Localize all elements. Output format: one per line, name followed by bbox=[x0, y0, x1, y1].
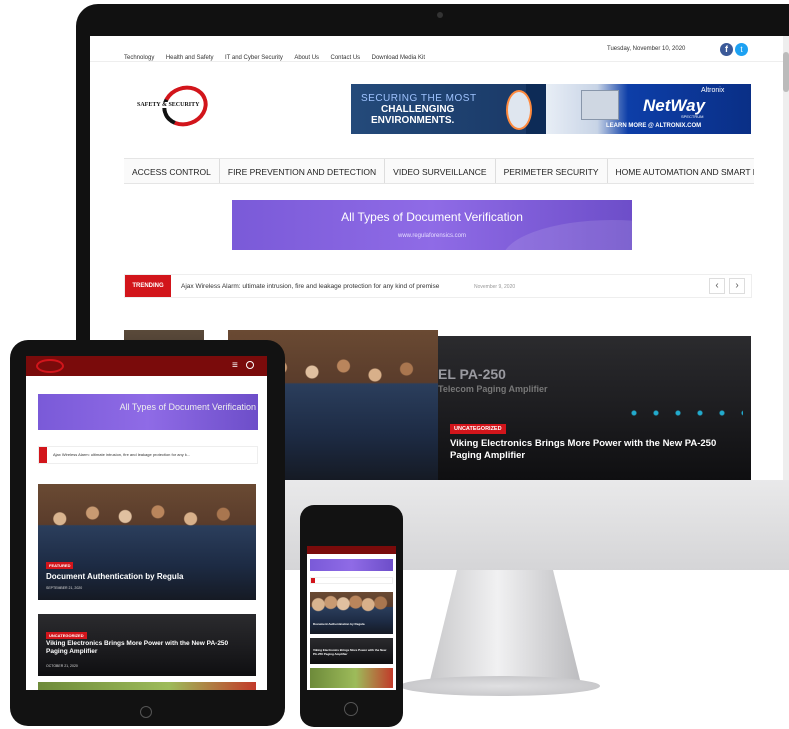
top-links: Technology Health and Safety IT and Cybe… bbox=[124, 46, 432, 64]
nav-access-control[interactable]: ACCESS CONTROL bbox=[124, 159, 220, 183]
monitor-base bbox=[400, 676, 600, 696]
top-date: Tuesday, November 10, 2020 bbox=[607, 46, 686, 52]
trending-prev-button[interactable]: ‹ bbox=[709, 278, 725, 294]
nav-home-automation[interactable]: HOME AUTOMATION AND SMART BUILDING bbox=[608, 159, 755, 183]
responsive-mockup: Technology Health and Safety IT and Cybe… bbox=[0, 0, 789, 729]
main-nav: ACCESS CONTROL FIRE PREVENTION AND DETECT… bbox=[124, 158, 754, 184]
nav-perimeter-security[interactable]: PERIMETER SECURITY bbox=[496, 159, 608, 183]
phone-header bbox=[307, 546, 396, 554]
tablet-post1-title[interactable]: Document Authentication by Regula bbox=[46, 572, 184, 581]
top-link-it[interactable]: IT and Cyber Security bbox=[225, 55, 283, 61]
nav-video-surveillance[interactable]: VIDEO SURVEILLANCE bbox=[385, 159, 496, 183]
tablet-header: ≡ bbox=[26, 356, 267, 376]
amp-leds bbox=[623, 410, 743, 416]
hero-amplifier-card[interactable]: EL PA-250 Telecom Paging Amplifier UNCAT… bbox=[438, 336, 751, 480]
twitter-icon[interactable]: t bbox=[735, 43, 748, 56]
top-link-health[interactable]: Health and Safety bbox=[166, 55, 214, 61]
phone-screen: Document Authentication by Regula Viking… bbox=[307, 546, 396, 690]
phone-post1-title[interactable]: Document Authentication by Regula bbox=[313, 622, 391, 626]
banner-product-box bbox=[581, 90, 619, 120]
phone-trending-tag bbox=[311, 578, 315, 583]
top-link-about[interactable]: About Us bbox=[294, 55, 319, 61]
monitor-camera bbox=[437, 12, 443, 18]
facebook-icon[interactable]: f bbox=[720, 43, 733, 56]
tablet-ad[interactable]: All Types of Document Verification bbox=[38, 394, 258, 430]
regula-ad[interactable]: All Types of Document Verification www.r… bbox=[232, 200, 632, 250]
banner-product: NetWay bbox=[643, 96, 706, 115]
tablet-ad-title: All Types of Document Verification bbox=[119, 402, 256, 412]
tablet-search-icon[interactable] bbox=[246, 361, 254, 369]
trending-label: TRENDING bbox=[125, 275, 171, 297]
tablet-screen: ≡ All Types of Document Verification Aja… bbox=[26, 356, 267, 690]
trending-next-button[interactable]: › bbox=[729, 278, 745, 294]
banner-brand: Altronix bbox=[701, 87, 725, 94]
tablet-post2-title[interactable]: Viking Electronics Brings More Power wit… bbox=[46, 640, 236, 656]
tablet-trending-tag bbox=[39, 447, 47, 463]
scrollbar[interactable] bbox=[783, 36, 789, 480]
trending-bar: TRENDING Ajax Wireless Alarm: ultimate i… bbox=[124, 274, 752, 298]
hero-title[interactable]: Viking Electronics Brings More Power wit… bbox=[450, 438, 750, 462]
tablet-post1-image[interactable]: FEATURED Document Authentication by Regu… bbox=[38, 484, 256, 600]
hero-overlay-line2: Telecom Paging Amplifier bbox=[438, 384, 548, 394]
altronix-banner[interactable]: SECURING THE MOST CHALLENGING ENVIRONMEN… bbox=[351, 84, 751, 134]
tablet-trending: Ajax Wireless Alarm: ultimate intrusion,… bbox=[38, 446, 258, 464]
phone-post3-image[interactable] bbox=[310, 668, 393, 688]
tablet-post1-tag[interactable]: FEATURED bbox=[46, 562, 74, 569]
phone-ad[interactable] bbox=[310, 559, 393, 571]
top-bar: Technology Health and Safety IT and Cybe… bbox=[90, 36, 789, 62]
logo-text: SAFETY & SECURITY bbox=[136, 102, 201, 108]
hero-overlay-line1: EL PA-250 bbox=[438, 366, 506, 382]
tablet-post2-date: OCTOBER 21, 2020 bbox=[46, 664, 78, 668]
top-link-contact[interactable]: Contact Us bbox=[330, 55, 360, 61]
tablet-post1-date: SEPTEMBER 21, 2020 bbox=[46, 586, 83, 590]
tablet-menu-icon[interactable]: ≡ bbox=[232, 360, 238, 371]
ad-title: All Types of Document Verification bbox=[341, 210, 523, 224]
tablet-logo[interactable] bbox=[36, 359, 64, 373]
trending-date: November 9, 2020 bbox=[474, 284, 516, 290]
banner-line3: ENVIRONMENTS. bbox=[371, 115, 455, 126]
tablet-post2-tag[interactable]: UNCATEGORIZED bbox=[46, 632, 87, 639]
tablet-post3-image[interactable] bbox=[38, 682, 256, 690]
tablet-post2-image[interactable]: UNCATEGORIZED Viking Electronics Brings … bbox=[38, 614, 256, 676]
ad-url: www.regulaforensics.com bbox=[397, 233, 467, 239]
phone-trending bbox=[310, 577, 393, 584]
hero-category-tag[interactable]: UNCATEGORIZED bbox=[450, 424, 506, 434]
top-link-technology[interactable]: Technology bbox=[124, 55, 154, 61]
nav-fire-prevention[interactable]: FIRE PREVENTION AND DETECTION bbox=[220, 159, 386, 183]
monitor-stand bbox=[430, 570, 580, 680]
phone-post1-image[interactable]: Document Authentication by Regula bbox=[310, 592, 393, 634]
banner-line2: CHALLENGING bbox=[381, 104, 455, 115]
top-link-media-kit[interactable]: Download Media Kit bbox=[372, 55, 425, 61]
site-logo[interactable]: SAFETY & SECURITY bbox=[134, 79, 214, 133]
tablet-trending-text[interactable]: Ajax Wireless Alarm: ultimate intrusion,… bbox=[53, 452, 190, 457]
phone-post2-image[interactable]: Viking Electronics Brings More Power wit… bbox=[310, 638, 393, 664]
banner-device-image bbox=[506, 90, 532, 130]
trending-headline[interactable]: Ajax Wireless Alarm: ultimate intrusion,… bbox=[181, 283, 439, 290]
banner-product-sub: SPECTRUM bbox=[681, 114, 704, 119]
tablet-home-button[interactable] bbox=[140, 706, 152, 718]
phone-home-button[interactable] bbox=[344, 702, 358, 716]
banner-line1: SECURING THE MOST bbox=[361, 93, 477, 104]
banner-cta[interactable]: LEARN MORE @ ALTRONIX.COM bbox=[606, 123, 701, 129]
phone-post2-title[interactable]: Viking Electronics Brings More Power wit… bbox=[313, 648, 391, 656]
